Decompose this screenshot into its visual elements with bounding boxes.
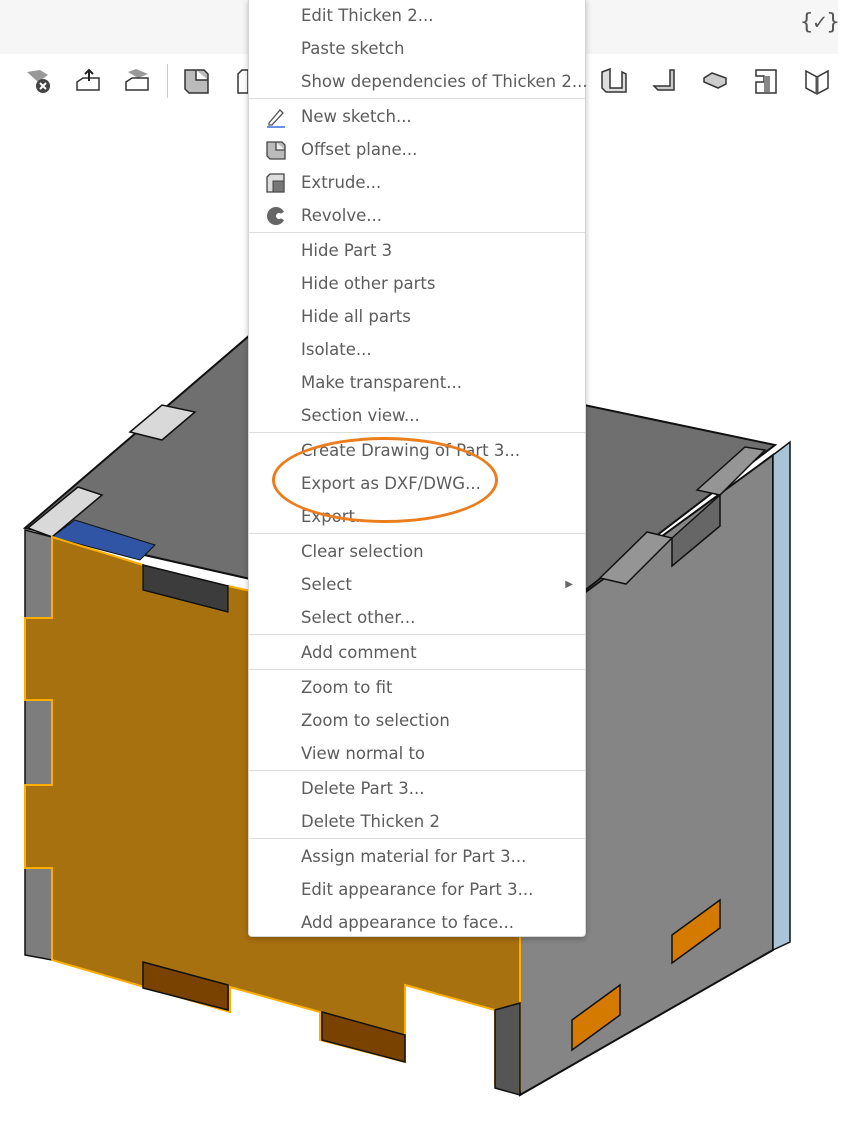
pencil-sketch-icon bbox=[265, 106, 287, 128]
menu-item-create-drawing-of-part-3[interactable]: Create Drawing of Part 3... bbox=[249, 434, 585, 467]
menu-item-label: Extrude... bbox=[301, 173, 382, 192]
menu-item-label: Add appearance to face... bbox=[301, 913, 515, 932]
menu-separator bbox=[249, 98, 585, 99]
menu-item-select[interactable]: Select ▶ bbox=[249, 568, 585, 601]
menu-item-label: Section view... bbox=[301, 406, 420, 425]
menu-item-label: Assign material for Part 3... bbox=[301, 847, 527, 866]
menu-item-export[interactable]: Export... bbox=[249, 500, 585, 533]
menu-item-delete-part-3[interactable]: Delete Part 3... bbox=[249, 772, 585, 805]
menu-item-assign-material-for-part-3[interactable]: Assign material for Part 3... bbox=[249, 840, 585, 873]
offset-plane-icon bbox=[265, 139, 287, 161]
menu-item-label: Offset plane... bbox=[301, 140, 418, 159]
menu-item-label: Zoom to selection bbox=[301, 711, 450, 730]
menu-item-clear-selection[interactable]: Clear selection bbox=[249, 535, 585, 568]
menu-item-offset-plane[interactable]: Offset plane... bbox=[249, 133, 585, 166]
menu-item-label: Revolve... bbox=[301, 206, 382, 225]
menu-separator bbox=[249, 533, 585, 534]
menu-item-zoom-to-selection[interactable]: Zoom to selection bbox=[249, 704, 585, 737]
menu-item-export-as-dxf-dwg[interactable]: Export as DXF/DWG... bbox=[249, 467, 585, 500]
menu-item-label: Hide all parts bbox=[301, 307, 411, 326]
menu-separator bbox=[249, 432, 585, 433]
menu-item-zoom-to-fit[interactable]: Zoom to fit bbox=[249, 671, 585, 704]
box-right-edge bbox=[772, 440, 791, 952]
menu-separator bbox=[249, 838, 585, 839]
menu-item-label: Export... bbox=[301, 507, 371, 526]
menu-item-select-other[interactable]: Select other... bbox=[249, 601, 585, 634]
menu-item-label: Edit Thicken 2... bbox=[301, 6, 434, 25]
box-left-edge bbox=[24, 529, 53, 961]
menu-item-label: View normal to bbox=[301, 744, 426, 763]
revolve-icon bbox=[265, 205, 287, 227]
menu-item-delete-thicken-2[interactable]: Delete Thicken 2 bbox=[249, 805, 585, 838]
menu-item-add-appearance-to-face[interactable]: Add appearance to face... bbox=[249, 906, 585, 939]
submenu-arrow-icon: ▶ bbox=[565, 579, 573, 590]
menu-item-label: Clear selection bbox=[301, 542, 424, 561]
menu-item-extrude[interactable]: Extrude... bbox=[249, 166, 585, 199]
menu-item-label: Export as DXF/DWG... bbox=[301, 474, 481, 493]
menu-item-edit-thicken-2[interactable]: Edit Thicken 2... bbox=[249, 0, 585, 32]
menu-item-add-comment[interactable]: Add comment bbox=[249, 636, 585, 669]
menu-item-label: Zoom to fit bbox=[301, 678, 393, 697]
menu-item-paste-sketch[interactable]: Paste sketch bbox=[249, 32, 585, 65]
menu-item-new-sketch[interactable]: New sketch... bbox=[249, 100, 585, 133]
menu-item-label: Paste sketch bbox=[301, 39, 405, 58]
menu-item-label: Add comment bbox=[301, 643, 417, 662]
menu-item-hide-all-parts[interactable]: Hide all parts bbox=[249, 300, 585, 333]
menu-separator bbox=[249, 232, 585, 233]
menu-item-show-dependencies-of-thicken-2[interactable]: Show dependencies of Thicken 2... bbox=[249, 65, 588, 98]
menu-item-label: New sketch... bbox=[301, 107, 412, 126]
context-menu: Edit Thicken 2... Paste sketch Show depend… bbox=[248, 0, 588, 939]
menu-item-hide-other-parts[interactable]: Hide other parts bbox=[249, 267, 585, 300]
menu-item-label: Isolate... bbox=[301, 340, 372, 359]
menu-item-label: Hide other parts bbox=[301, 274, 436, 293]
menu-item-hide-part-3[interactable]: Hide Part 3 bbox=[249, 234, 585, 267]
menu-item-make-transparent[interactable]: Make transparent... bbox=[249, 366, 585, 399]
menu-separator bbox=[249, 669, 585, 670]
menu-item-label: Show dependencies of Thicken 2... bbox=[301, 72, 588, 91]
menu-item-label: Select other... bbox=[301, 608, 416, 627]
menu-separator bbox=[249, 634, 585, 635]
menu-separator bbox=[249, 770, 585, 771]
box-corner-edge bbox=[494, 1002, 521, 1096]
menu-item-label: Delete Part 3... bbox=[301, 779, 425, 798]
menu-item-label: Hide Part 3 bbox=[301, 241, 393, 260]
menu-item-revolve[interactable]: Revolve... bbox=[249, 199, 585, 232]
menu-item-label: Create Drawing of Part 3... bbox=[301, 441, 521, 460]
menu-item-isolate[interactable]: Isolate... bbox=[249, 333, 585, 366]
menu-item-label: Select bbox=[301, 575, 352, 594]
menu-item-edit-appearance-for-part-3[interactable]: Edit appearance for Part 3... bbox=[249, 873, 585, 906]
menu-item-section-view[interactable]: Section view... bbox=[249, 399, 585, 432]
menu-item-view-normal-to[interactable]: View normal to bbox=[249, 737, 585, 770]
menu-item-label: Delete Thicken 2 bbox=[301, 812, 440, 831]
extrude-icon bbox=[265, 172, 287, 194]
menu-item-label: Edit appearance for Part 3... bbox=[301, 880, 534, 899]
menu-item-label: Make transparent... bbox=[301, 373, 462, 392]
